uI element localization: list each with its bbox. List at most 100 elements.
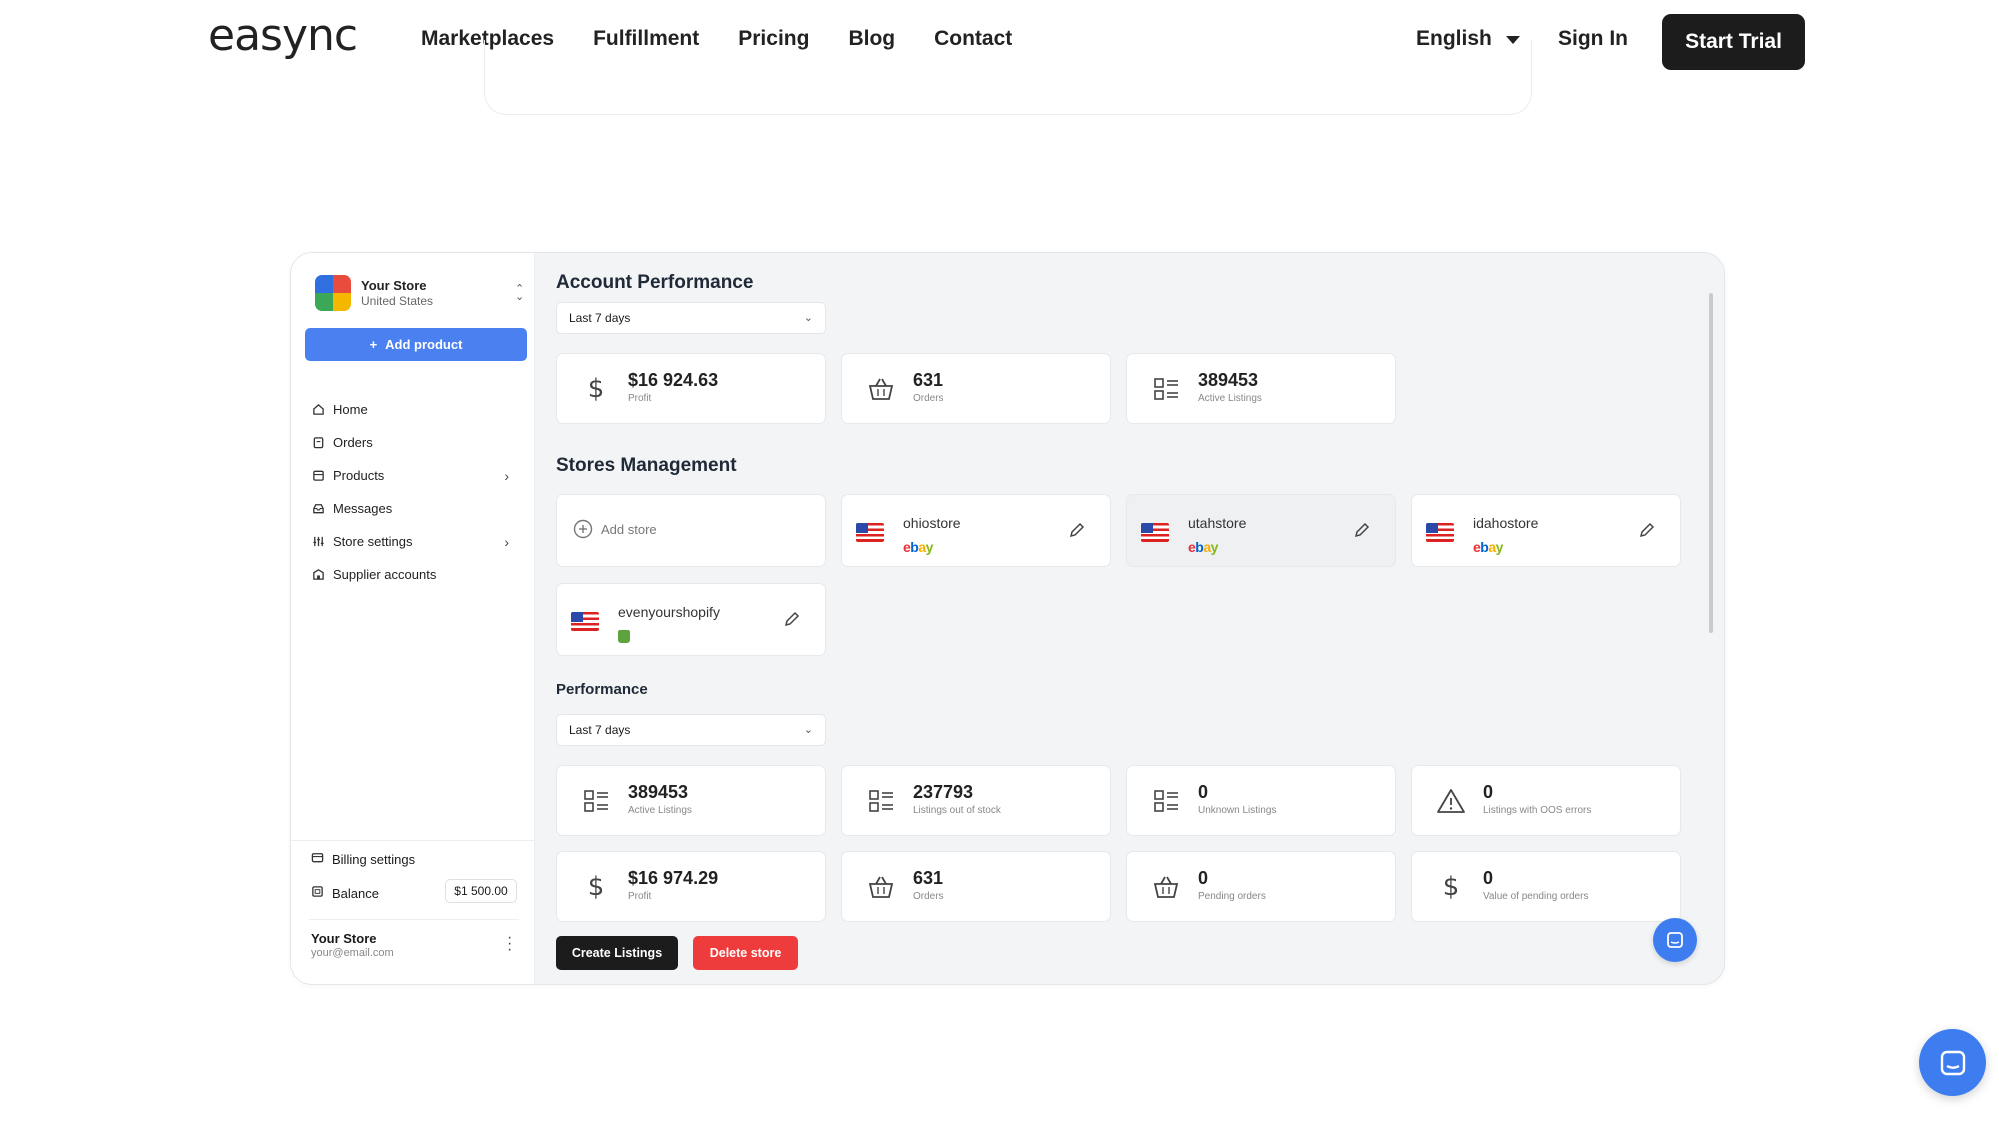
perf-pending-orders-card: 0 Pending orders — [1126, 851, 1396, 922]
store-country: United States — [361, 294, 434, 308]
svg-text:$: $ — [588, 375, 605, 403]
sidebar-item-label: Supplier accounts — [333, 567, 437, 582]
start-trial-button[interactable]: Start Trial — [1662, 14, 1805, 70]
plus-icon: + — [369, 337, 378, 352]
store-card-idahostore[interactable]: idahostore ebay — [1411, 494, 1681, 567]
list-icon — [581, 786, 611, 816]
user-email: your@email.com — [311, 947, 394, 959]
dollar-icon: $ — [581, 872, 611, 902]
card-value: 0 — [1198, 868, 1209, 888]
chat-icon[interactable] — [1653, 918, 1697, 962]
chevron-down-icon: ⌄ — [803, 312, 813, 324]
wallet-icon — [311, 885, 324, 901]
sidebar-footer: Billing settings Balance $1 500.00 Your … — [291, 840, 535, 984]
main-content: Account Performance Last 7 days ⌄ $ $16 … — [535, 253, 1724, 984]
perf-out-of-stock-card: 237793 Listings out of stock — [841, 765, 1111, 836]
pencil-icon[interactable] — [1638, 521, 1656, 539]
building-icon — [311, 568, 325, 582]
add-store-label: Add store — [601, 521, 657, 537]
store-name: utahstore — [1188, 515, 1247, 531]
credit-card-icon — [311, 851, 324, 867]
performance-title: Performance — [556, 681, 648, 698]
chat-launcher-icon[interactable] — [1919, 1029, 1986, 1096]
add-store-button[interactable]: Add store — [573, 519, 657, 539]
shopify-icon — [618, 630, 630, 643]
sidebar-item-products[interactable]: Products › — [311, 459, 521, 492]
us-flag-icon — [571, 612, 599, 631]
card-label: Orders — [913, 393, 944, 404]
card-value: 389453 — [628, 782, 689, 802]
account-period-select[interactable]: Last 7 days ⌄ — [556, 302, 826, 334]
store-switcher[interactable]: Your Store United States ⌃ ⌄ — [315, 273, 525, 313]
us-flag-icon — [1141, 523, 1169, 542]
ebay-logo: ebay — [1188, 539, 1218, 555]
create-listings-button[interactable]: Create Listings — [556, 936, 678, 970]
easync-logo[interactable]: easync — [208, 10, 358, 61]
ebay-logo: ebay — [1473, 539, 1503, 555]
store-card-evenyourshopify[interactable]: evenyourshopify — [556, 583, 826, 656]
add-store-card[interactable]: Add store — [556, 494, 826, 567]
sidebar-item-home[interactable]: Home — [311, 393, 521, 426]
inbox-icon — [311, 502, 325, 516]
delete-store-button[interactable]: Delete store — [693, 936, 798, 970]
basket-icon — [866, 374, 896, 404]
box-icon — [311, 469, 325, 483]
perf-unknown-listings-card: 0 Unknown Listings — [1126, 765, 1396, 836]
divider — [309, 919, 519, 920]
sidebar-item-store-settings[interactable]: Store settings › — [311, 525, 521, 558]
card-label: Value of pending orders — [1483, 891, 1589, 902]
dashboard-preview: Your Store United States ⌃ ⌄ + Add produc… — [290, 252, 1725, 985]
home-icon — [311, 403, 325, 417]
card-label: Orders — [913, 891, 944, 902]
pencil-icon[interactable] — [783, 610, 801, 628]
select-value: Last 7 days — [569, 311, 631, 325]
card-value: $16 974.29 — [628, 868, 719, 888]
sidebar: Your Store United States ⌃ ⌄ + Add produc… — [291, 253, 535, 984]
perf-profit-card: $ $16 974.29 Profit — [556, 851, 826, 922]
store-name: idahostore — [1473, 515, 1539, 531]
list-icon — [866, 786, 896, 816]
svg-text:$: $ — [588, 873, 605, 901]
card-value: 0 — [1198, 782, 1209, 802]
sidebar-item-supplier-accounts[interactable]: Supplier accounts — [311, 558, 521, 591]
card-label: Listings out of stock — [913, 805, 1001, 816]
profit-card: $ $16 924.63 Profit — [556, 353, 826, 424]
user-name: Your Store — [311, 931, 377, 946]
sliders-icon — [311, 535, 325, 549]
performance-period-select[interactable]: Last 7 days ⌄ — [556, 714, 826, 746]
chevron-right-icon: › — [504, 468, 509, 484]
pencil-icon[interactable] — [1353, 521, 1371, 539]
add-product-button[interactable]: + Add product — [305, 328, 527, 361]
store-card-utahstore[interactable]: utahstore ebay — [1126, 494, 1396, 567]
card-value: 631 — [913, 370, 944, 390]
sidebar-item-label: Orders — [333, 435, 373, 450]
clipboard-icon — [311, 436, 325, 450]
billing-label: Billing settings — [332, 851, 416, 867]
store-card-ohiostore[interactable]: ohiostore ebay — [841, 494, 1111, 567]
basket-icon — [1151, 872, 1181, 902]
add-product-label: Add product — [385, 337, 463, 352]
basket-icon — [866, 872, 896, 902]
sidebar-item-label: Store settings — [333, 534, 413, 549]
balance-value: $1 500.00 — [445, 879, 517, 903]
card-label: Unknown Listings — [1198, 805, 1277, 816]
us-flag-icon — [856, 523, 884, 542]
scrollbar[interactable] — [1709, 293, 1713, 633]
dollar-icon: $ — [581, 374, 611, 404]
card-value: 0 — [1483, 782, 1494, 802]
sidebar-item-messages[interactable]: Messages — [311, 492, 521, 525]
sign-in-link[interactable]: Sign In — [1558, 27, 1628, 51]
warning-icon — [1436, 786, 1466, 816]
more-vertical-icon[interactable]: · · · — [507, 930, 512, 958]
list-icon — [1151, 786, 1181, 816]
ebay-logo: ebay — [903, 539, 933, 555]
pencil-icon[interactable] — [1068, 521, 1086, 539]
billing-settings-link[interactable]: Billing settings — [311, 851, 415, 867]
plus-circle-icon — [573, 519, 593, 539]
us-flag-icon — [1426, 523, 1454, 542]
sidebar-item-orders[interactable]: Orders — [311, 426, 521, 459]
card-label: Listings with OOS errors — [1483, 805, 1592, 816]
orders-card: 631 Orders — [841, 353, 1111, 424]
chevron-down-icon: ⌄ — [803, 724, 813, 736]
card-label: Profit — [628, 393, 652, 404]
